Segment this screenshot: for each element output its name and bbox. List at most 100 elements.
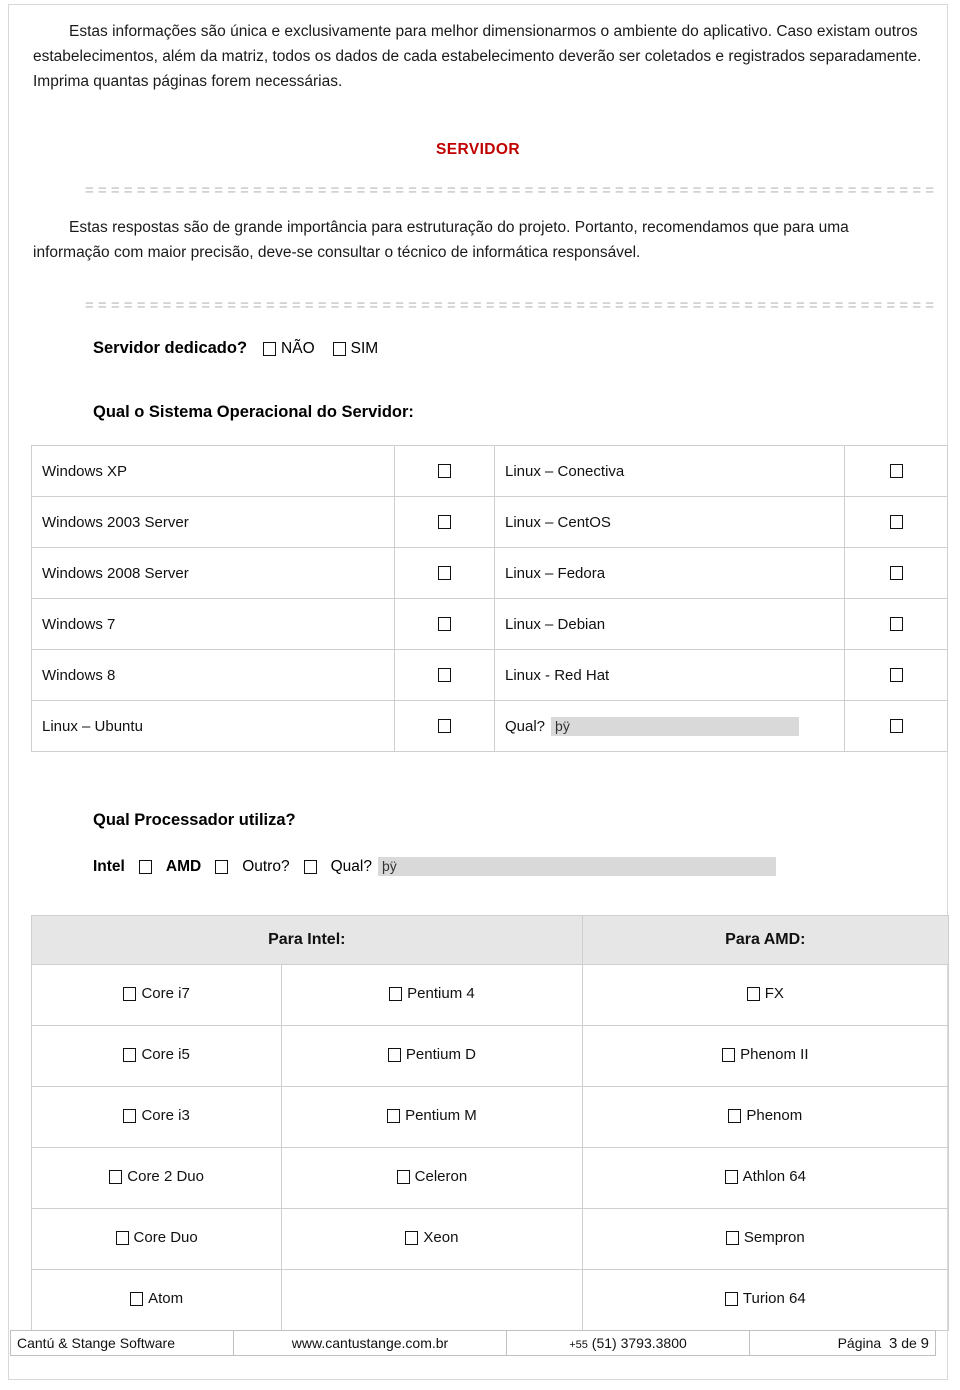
processor-cell-core-2-duo[interactable]: Core 2 Duo [30,1147,283,1209]
checkbox-os-other[interactable] [889,718,903,733]
os-checkbox-cell-linux-red-hat[interactable] [844,649,948,701]
label-xeon: Xeon [423,1229,459,1247]
os-checkbox-cell-linux-centos[interactable] [844,496,948,548]
checkbox-windows-2008-server[interactable] [438,565,451,580]
checkbox-phenom-ii[interactable] [722,1047,736,1062]
label-fx: FX [764,985,784,1003]
processor-other-input[interactable]: þÿ [377,857,776,876]
checkbox-linux-centos[interactable] [889,514,903,529]
checkbox-core-2-duo[interactable] [109,1169,123,1184]
processor-cell-core-i3[interactable]: Core i3 [30,1086,283,1148]
checkbox-turion-64[interactable] [724,1291,738,1306]
processor-cell-pentium-4[interactable]: Pentium 4 [281,964,583,1026]
footer-row: Cantú & Stange Software www.cantustange.… [10,1330,936,1356]
checkbox-processor-amd[interactable] [215,859,229,874]
os-label-linux-debian: Linux – Debian [494,598,845,650]
processor-cell-phenom-ii[interactable]: Phenom II [581,1025,950,1087]
footer-page-label: Página [837,1334,882,1351]
checkbox-pentium-d[interactable] [387,1047,401,1062]
os-table: Windows XP Linux – Conectiva Windows 200… [31,445,948,752]
processor-cell-pentium-d[interactable]: Pentium D [281,1025,583,1087]
footer-phone: +55 (51) 3793.3800 [506,1330,750,1356]
checkbox-pentium-4[interactable] [389,986,403,1001]
os-checkbox-cell-linux-conectiva[interactable] [844,445,948,497]
checkbox-linux-conectiva[interactable] [889,463,903,478]
processor-cell-pentium-m[interactable]: Pentium M [281,1086,583,1148]
checkbox-celeron[interactable] [396,1169,410,1184]
label-core-i5: Core i5 [141,1046,190,1064]
table-row: Windows XP Linux – Conectiva [31,445,948,497]
os-checkbox-cell-linux-debian[interactable] [844,598,948,650]
processor-cell-sempron[interactable]: Sempron [581,1208,950,1270]
checkbox-linux-red-hat[interactable] [889,667,903,682]
table-row: Core i5 Pentium D Phenom II [30,1025,950,1087]
os-checkbox-cell-other[interactable] [844,700,948,752]
checkbox-processor-other[interactable] [303,859,317,874]
checkbox-core-i3[interactable] [123,1108,137,1123]
os-checkbox-cell-windows-xp[interactable] [394,445,495,497]
table-row: Windows 2003 Server Linux – CentOS [31,496,948,548]
processor-cell-fx[interactable]: FX [581,964,950,1026]
os-label-linux-centos: Linux – CentOS [494,496,845,548]
processor-cell-core-i5[interactable]: Core i5 [30,1025,283,1087]
checkbox-athlon-64[interactable] [724,1169,738,1184]
separator-line-top: = = = = = = = = = = = = = = = = = = = = … [85,183,935,199]
checkbox-sempron[interactable] [725,1230,739,1245]
os-other-cell: Qual? þÿ [494,700,845,752]
os-checkbox-cell-windows-8[interactable] [394,649,495,701]
label-sempron: Sempron [743,1229,805,1247]
processor-label-amd: AMD [165,857,202,875]
processor-cell-phenom[interactable]: Phenom [581,1086,950,1148]
os-checkbox-cell-windows-2003-server[interactable] [394,496,495,548]
checkbox-windows-xp[interactable] [438,463,451,478]
processor-label-intel: Intel [93,857,125,875]
os-checkbox-cell-linux-fedora[interactable] [844,547,948,599]
os-checkbox-cell-windows-2008-server[interactable] [394,547,495,599]
checkbox-core-i7[interactable] [123,986,137,1001]
table-row: Core i7 Pentium 4 FX [30,964,950,1026]
processor-cell-core-i7[interactable]: Core i7 [30,964,283,1026]
checkbox-phenom[interactable] [728,1108,742,1123]
os-checkbox-cell-linux-ubuntu[interactable] [394,700,495,752]
label-pentium-m: Pentium M [405,1107,477,1125]
dedicated-server-question-row: Servidor dedicado? NÃO SIM [93,339,396,358]
os-other-input[interactable]: þÿ [551,716,800,736]
processor-cell-athlon-64[interactable]: Athlon 64 [581,1147,950,1209]
checkbox-linux-ubuntu[interactable] [438,718,451,733]
checkbox-processor-intel[interactable] [138,859,152,874]
checkbox-windows-7[interactable] [438,616,451,631]
importance-paragraph: Estas respostas são de grande importânci… [33,215,913,265]
label-phenom: Phenom [746,1107,803,1125]
processor-cell-turion-64[interactable]: Turion 64 [581,1269,950,1331]
table-row: Windows 7 Linux – Debian [31,598,948,650]
footer-page-of: de [901,1334,917,1351]
footer-website: www.cantustange.com.br [233,1330,507,1356]
footer-phone-number: (51) 3793.3800 [591,1335,687,1351]
processor-cell-core-duo[interactable]: Core Duo [30,1208,283,1270]
separator-line-bottom: = = = = = = = = = = = = = = = = = = = = … [85,298,935,314]
os-checkbox-cell-windows-7[interactable] [394,598,495,650]
checkbox-core-i5[interactable] [123,1047,137,1062]
checkbox-atom[interactable] [130,1291,144,1306]
label-core-i3: Core i3 [141,1107,190,1125]
checkbox-fx[interactable] [746,986,760,1001]
checkbox-linux-debian[interactable] [889,616,903,631]
section-heading-servidor: SERVIDOR [436,141,520,158]
checkbox-core-duo[interactable] [115,1230,129,1245]
checkbox-dedicated-sim[interactable] [332,341,346,356]
label-core-2-duo: Core 2 Duo [127,1168,204,1186]
processor-cell-atom[interactable]: Atom [30,1269,283,1331]
checkbox-xeon[interactable] [405,1230,419,1245]
checkbox-dedicated-nao[interactable] [263,341,277,356]
checkbox-pentium-m[interactable] [387,1108,401,1123]
checkbox-linux-fedora[interactable] [889,565,903,580]
checkbox-windows-8[interactable] [438,667,451,682]
page-footer: Cantú & Stange Software www.cantustange.… [10,1330,936,1356]
processor-cell-celeron[interactable]: Celeron [281,1147,583,1209]
table-row: Core i3 Pentium M Phenom [30,1086,950,1148]
checkbox-windows-2003-server[interactable] [438,514,451,529]
label-core-i7: Core i7 [141,985,190,1003]
processor-cell-xeon[interactable]: Xeon [281,1208,583,1270]
label-pentium-d: Pentium D [405,1046,476,1064]
os-label-windows-8: Windows 8 [31,649,395,701]
